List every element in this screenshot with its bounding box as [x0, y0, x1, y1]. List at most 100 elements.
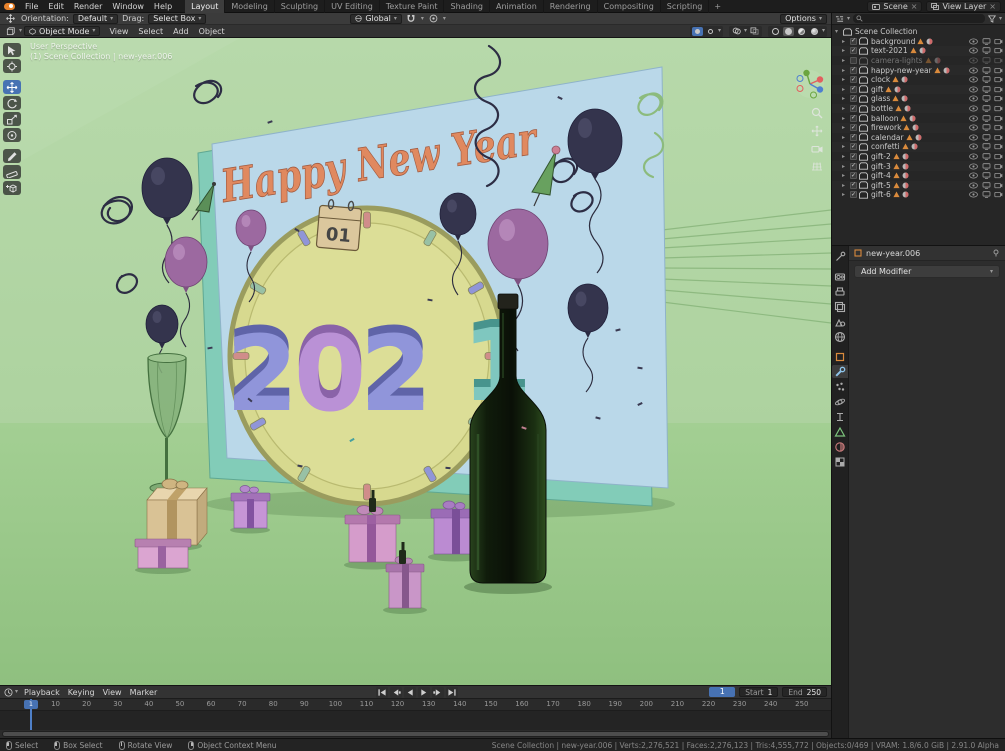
outliner-item[interactable]: ▸ ✓ gift — [832, 84, 1005, 95]
tool-transform[interactable] — [3, 128, 21, 142]
menubar-menu[interactable]: Edit — [43, 0, 69, 13]
hide-viewport-eye-icon[interactable] — [969, 163, 978, 170]
collection-checkbox[interactable]: ✓ — [850, 181, 857, 189]
current-frame-field[interactable]: 1 — [709, 687, 736, 697]
shading-material-icon[interactable] — [796, 27, 807, 36]
disclosure-icon[interactable]: ▸ — [842, 86, 848, 93]
disable-render-camera-icon[interactable] — [994, 143, 1003, 150]
tool-measure[interactable] — [3, 165, 21, 179]
shading-chevron[interactable]: ▾ — [822, 28, 825, 34]
menubar-menu[interactable]: Render — [69, 0, 107, 13]
orientation-dropdown[interactable]: Default ▾ — [72, 13, 119, 24]
hide-viewport-eye-icon[interactable] — [969, 38, 978, 45]
editor-type-icon[interactable] — [4, 26, 17, 36]
workspace-tab[interactable]: Animation — [490, 0, 544, 13]
workspace-tab[interactable]: Layout — [185, 0, 226, 13]
collection-checkbox[interactable]: ✓ — [850, 57, 857, 65]
tab-world[interactable] — [832, 330, 848, 343]
outliner-item[interactable]: ▸ ✓ gift-3 — [832, 161, 1005, 171]
filter-chevron[interactable]: ▾ — [999, 15, 1002, 22]
disclosure-icon[interactable]: ▸ — [842, 124, 848, 131]
viewport-menu[interactable]: View — [104, 25, 133, 38]
outliner-item[interactable]: ▸ ✓ camera-lights — [832, 56, 1005, 66]
disable-viewports-monitor-icon[interactable] — [982, 124, 991, 132]
jump-to-end-button[interactable] — [446, 687, 458, 698]
disable-render-camera-icon[interactable] — [994, 105, 1003, 112]
tab-physics[interactable] — [832, 395, 848, 408]
hide-viewport-eye-icon[interactable] — [969, 182, 978, 189]
disable-render-camera-icon[interactable] — [994, 57, 1003, 64]
disclosure-icon[interactable]: ▸ — [842, 182, 848, 189]
disable-viewports-monitor-icon[interactable] — [982, 95, 991, 103]
disclosure-icon[interactable]: ▸ — [842, 134, 848, 141]
play-reverse-button[interactable] — [404, 687, 416, 698]
jump-to-start-button[interactable] — [376, 687, 388, 698]
collection-checkbox[interactable]: ✓ — [850, 66, 857, 74]
editor-type-chevron[interactable]: ▾ — [19, 28, 22, 34]
snap-options-chevron[interactable]: ▾ — [421, 15, 424, 22]
workspace-tab[interactable]: Texture Paint — [380, 0, 445, 13]
collection-checkbox[interactable]: ✓ — [850, 114, 857, 122]
frame-end-field[interactable]: End 250 — [782, 687, 827, 697]
collection-checkbox[interactable]: ✓ — [850, 143, 857, 151]
tool-select-box[interactable] — [3, 43, 21, 57]
hide-viewport-eye-icon[interactable] — [969, 191, 978, 198]
play-button[interactable] — [418, 687, 430, 698]
disable-viewports-monitor-icon[interactable] — [982, 86, 991, 93]
disclosure-icon[interactable]: ▸ — [842, 143, 848, 150]
timeline-ruler[interactable]: 10 20 30 40 50 60 70 80 90 100 110 120 130 140 150 160 1… — [0, 699, 831, 711]
snap-magnet-icon[interactable] — [405, 14, 418, 24]
disable-viewports-monitor-icon[interactable] — [982, 134, 991, 141]
proportional-editing-icon[interactable] — [427, 14, 440, 24]
menubar-menu[interactable]: Help — [149, 0, 177, 13]
tool-move[interactable] — [3, 80, 21, 94]
disclosure-icon[interactable]: ▸ — [842, 105, 848, 112]
disable-render-camera-icon[interactable] — [994, 124, 1003, 131]
disclosure-icon[interactable]: ▸ — [842, 153, 848, 160]
tab-constraints[interactable] — [832, 410, 848, 423]
disclosure-icon[interactable]: ▸ — [842, 115, 848, 122]
view-layer-selector[interactable]: View Layer × — [926, 0, 1001, 12]
menubar-menu[interactable]: Window — [107, 0, 149, 13]
timeline-scrollbar-thumb[interactable] — [3, 732, 828, 736]
disable-render-camera-icon[interactable] — [994, 153, 1003, 160]
disable-render-camera-icon[interactable] — [994, 134, 1003, 141]
hide-viewport-eye-icon[interactable] — [969, 134, 978, 141]
tab-texture[interactable] — [832, 455, 848, 468]
next-keyframe-button[interactable] — [432, 687, 444, 698]
outliner-item[interactable]: ▸ ✓ bottle — [832, 103, 1005, 114]
tool-add-cube[interactable] — [3, 181, 21, 195]
tab-particles[interactable] — [832, 380, 848, 393]
disclosure-icon[interactable]: ▸ — [842, 67, 848, 74]
scene-selector[interactable]: Scene × — [867, 0, 923, 12]
disclosure-icon[interactable]: ▸ — [842, 191, 848, 198]
collection-checkbox[interactable]: ✓ — [850, 153, 857, 161]
outliner-item[interactable]: ▸ ✓ glass — [832, 94, 1005, 104]
unlink-scene-icon[interactable]: × — [911, 2, 918, 11]
disable-viewports-monitor-icon[interactable] — [982, 76, 991, 84]
viewport-menu[interactable]: Object — [194, 25, 230, 38]
disable-render-camera-icon[interactable] — [994, 115, 1003, 122]
timeline-menu[interactable]: View — [99, 688, 126, 697]
playhead-handle[interactable]: 1 — [24, 700, 38, 709]
outliner-item[interactable]: ▸ ✓ firework — [832, 122, 1005, 133]
disable-render-camera-icon[interactable] — [994, 38, 1003, 45]
show-object-types-icon[interactable] — [691, 26, 703, 36]
outliner-item[interactable]: ▸ ✓ gift-6 — [832, 190, 1005, 200]
transform-orientation-dropdown[interactable]: Global ▾ — [350, 13, 402, 24]
tab-object[interactable] — [832, 350, 848, 363]
hide-viewport-eye-icon[interactable] — [969, 95, 978, 102]
tab-modifiers[interactable] — [832, 365, 848, 378]
hide-viewport-eye-icon[interactable] — [969, 86, 978, 93]
move-view-icon[interactable] — [809, 124, 824, 137]
disclosure-icon[interactable]: ▸ — [842, 47, 848, 54]
disable-viewports-monitor-icon[interactable] — [982, 66, 991, 74]
disable-viewports-monitor-icon[interactable] — [982, 47, 991, 55]
scene-collection-row[interactable]: ▾ Scene Collection — [832, 27, 1005, 37]
collection-checkbox[interactable]: ✓ — [850, 85, 857, 93]
tool-cursor[interactable] — [3, 59, 21, 73]
disable-viewports-monitor-icon[interactable] — [982, 38, 991, 45]
disable-viewports-monitor-icon[interactable] — [982, 114, 991, 122]
disable-viewports-monitor-icon[interactable] — [982, 143, 991, 151]
outliner-item[interactable]: ▸ ✓ gift-2 — [832, 152, 1005, 162]
